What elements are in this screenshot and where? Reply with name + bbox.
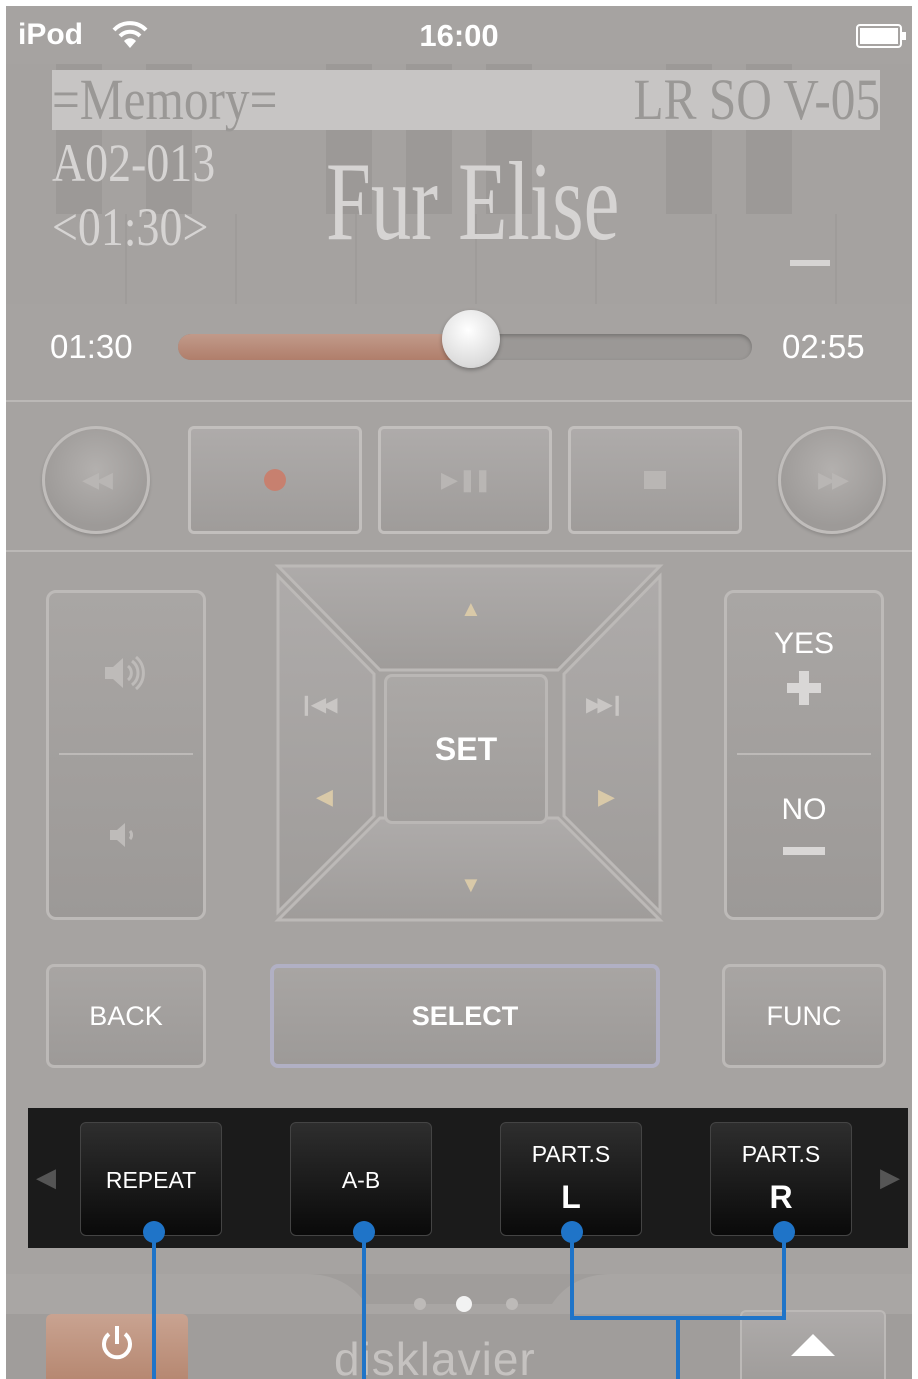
part-r-button[interactable]: PART.S R	[710, 1122, 852, 1236]
volume-down-icon	[110, 823, 133, 847]
power-icon	[102, 1326, 132, 1360]
record-button[interactable]	[188, 426, 362, 534]
divider	[6, 400, 912, 402]
lcd-mode: =Memory=	[52, 67, 278, 132]
right-arrow-icon: ▶	[598, 784, 615, 809]
func-button[interactable]: FUNC	[722, 964, 886, 1068]
play-pause-button[interactable]: ▶ ❚❚	[378, 426, 552, 534]
bottom-bar: disklavier	[6, 1274, 912, 1379]
elapsed-time: 01:30	[50, 328, 133, 365]
divider	[6, 550, 912, 552]
volume-down-button[interactable]	[49, 755, 203, 915]
down-arrow-icon: ▼	[460, 872, 482, 897]
clock: 16:00	[419, 18, 499, 53]
scroll-right-icon[interactable]: ▶	[880, 1162, 900, 1193]
disklavier-remote-app: iPod 16:00 =Memory= LR SO V-05 A02-013 <…	[6, 6, 912, 1379]
volume-up-button[interactable]	[49, 593, 203, 753]
set-button[interactable]: SET	[384, 674, 548, 824]
yes-button[interactable]: YES	[727, 593, 881, 753]
ab-label: A-B	[341, 1167, 381, 1193]
part-r-label: PART.S	[741, 1141, 821, 1167]
stop-icon	[644, 471, 666, 489]
skip-next-icon: ▶▶❙	[586, 694, 625, 716]
repeat-label: REPEAT	[105, 1167, 197, 1193]
select-label: SELECT	[411, 1000, 519, 1031]
function-strip: ◀ REPEAT A-B PART.S L PART.S R ▶	[28, 1108, 908, 1248]
back-button[interactable]: BACK	[46, 964, 206, 1068]
song-number: A02-013	[52, 133, 216, 193]
yes-label: YES	[773, 627, 835, 660]
rewind-icon: ◀◀	[82, 467, 113, 492]
lcd-display: =Memory= LR SO V-05 A02-013 <01:30> Fur …	[6, 64, 912, 304]
battery-icon	[856, 24, 908, 55]
func-label: FUNC	[766, 1000, 842, 1031]
lcd-elapsed: <01:30>	[52, 197, 209, 257]
minus-icon	[783, 847, 825, 855]
part-l-label: PART.S	[531, 1141, 611, 1167]
set-label: SET	[434, 730, 498, 767]
record-icon	[264, 469, 286, 491]
page-dot	[506, 1298, 518, 1310]
lcd-status: LR SO V-05	[633, 67, 880, 132]
part-l-letter: L	[561, 1179, 581, 1215]
rewind-button[interactable]: ◀◀	[42, 426, 150, 534]
yes-no-panel: YES NO	[724, 590, 884, 920]
up-arrow-icon: ▲	[460, 596, 482, 621]
scroll-left-icon[interactable]: ◀	[36, 1162, 56, 1193]
progress-knob[interactable]	[441, 310, 500, 368]
back-label: BACK	[89, 1000, 163, 1031]
ab-button[interactable]: A-B	[290, 1122, 432, 1236]
select-button[interactable]: SELECT	[270, 964, 660, 1068]
stop-button[interactable]	[568, 426, 742, 534]
plus-icon	[787, 671, 821, 705]
volume-panel	[46, 590, 206, 920]
page-dot-active	[456, 1296, 472, 1312]
fast-forward-icon: ▶▶	[818, 467, 849, 492]
total-time: 02:55	[782, 328, 865, 365]
part-r-letter: R	[769, 1179, 793, 1215]
up-triangle-icon	[791, 1334, 835, 1356]
play-pause-icon: ▶ ❚❚	[441, 467, 492, 492]
repeat-button[interactable]: REPEAT	[80, 1122, 222, 1236]
left-arrow-icon: ◀	[316, 784, 333, 809]
progress-fill	[178, 334, 471, 360]
skip-previous-icon: ❙◀◀	[298, 694, 337, 716]
brand-logo: disklavier	[334, 1333, 536, 1379]
power-button[interactable]	[46, 1314, 188, 1379]
page-dot	[414, 1298, 426, 1310]
part-l-button[interactable]: PART.S L	[500, 1122, 642, 1236]
no-label: NO	[781, 793, 827, 826]
eject-button[interactable]	[740, 1310, 886, 1379]
status-bar: iPod 16:00	[6, 6, 912, 64]
volume-up-icon	[105, 655, 145, 691]
fast-forward-button[interactable]: ▶▶	[778, 426, 886, 534]
lcd-top-line: =Memory= LR SO V-05	[52, 70, 880, 130]
lcd-cursor	[790, 260, 830, 266]
song-title: Fur Elise	[326, 140, 620, 264]
no-button[interactable]: NO	[727, 755, 881, 915]
